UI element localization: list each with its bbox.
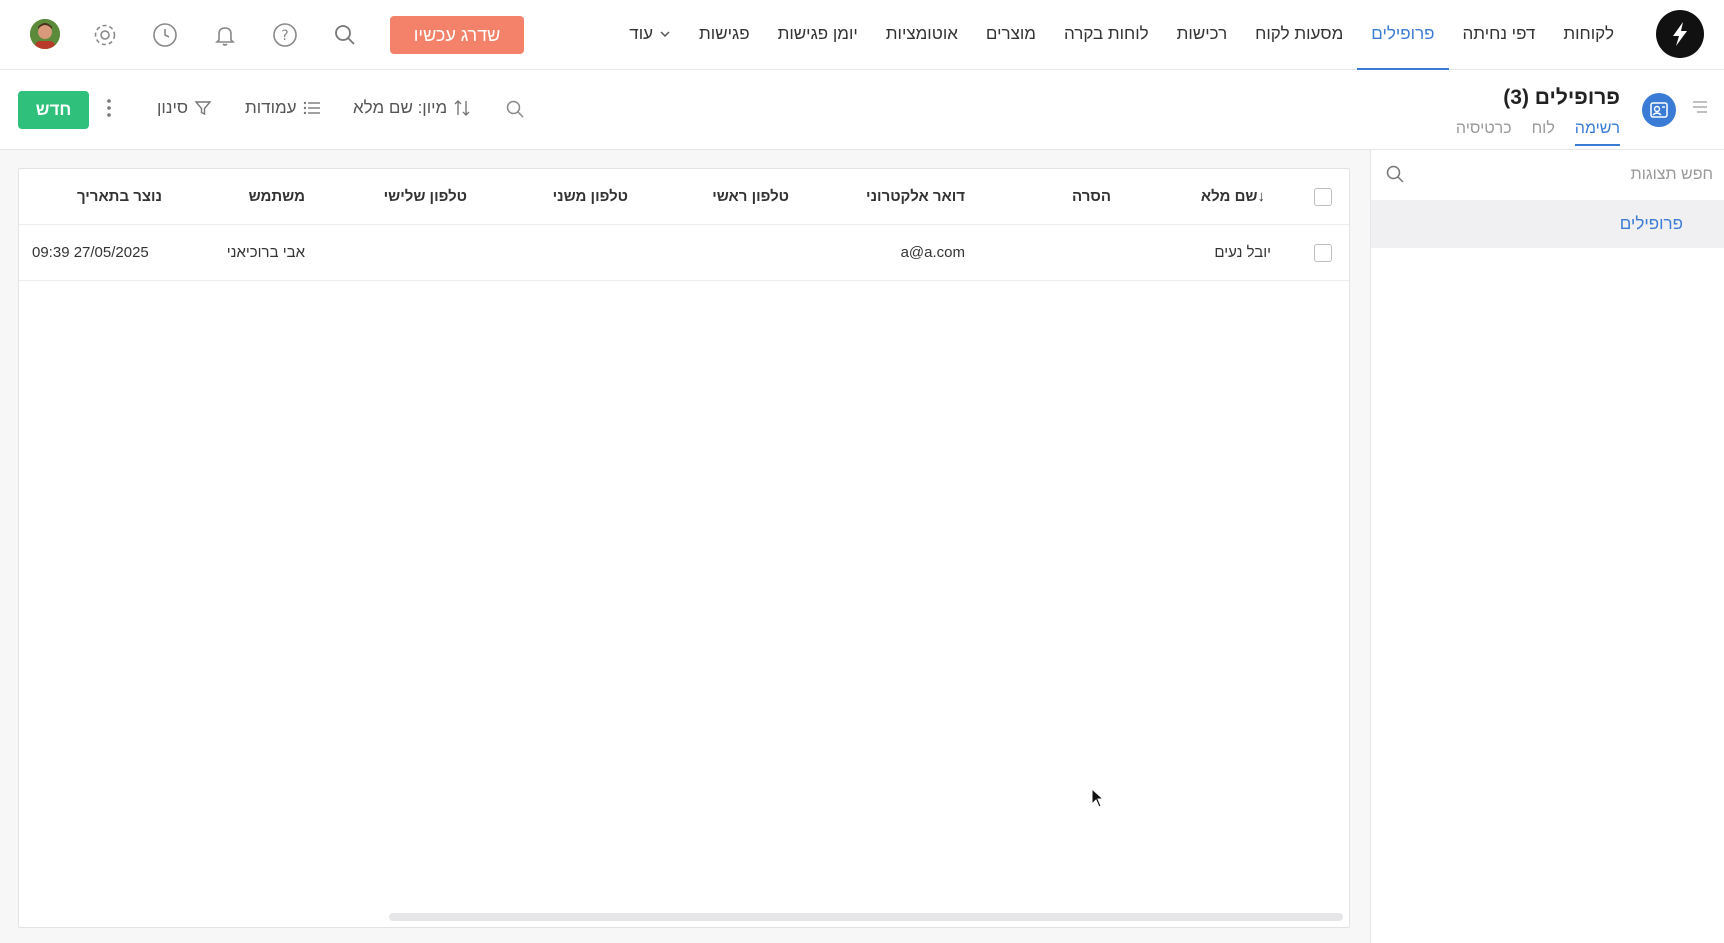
sort-button[interactable]: מיון: שם מלא	[353, 98, 471, 118]
nav-item-customer-journeys[interactable]: מסעות לקוח	[1241, 0, 1357, 70]
views-search	[1371, 150, 1724, 198]
search-icon	[1386, 165, 1404, 183]
nav-item-customers[interactable]: לקוחות	[1549, 0, 1628, 70]
clock-icon	[153, 23, 177, 47]
column-header-tertiary-phone[interactable]: טלפון שלישי	[384, 169, 467, 224]
kebab-menu-icon	[107, 99, 111, 117]
mouse-cursor-icon	[1091, 787, 1105, 813]
bell-icon	[215, 27, 235, 46]
horizontal-scrollbar[interactable]	[389, 913, 1343, 921]
help-icon: ?	[273, 23, 297, 47]
nav-item-purchases[interactable]: רכישות	[1163, 0, 1242, 70]
row-select-cell	[1314, 225, 1332, 280]
cell-email: a@a.com	[900, 244, 965, 261]
svg-text:?: ?	[281, 28, 288, 44]
column-header-primary-phone[interactable]: טלפון ראשי	[712, 169, 789, 224]
more-options-button[interactable]	[106, 98, 112, 123]
filter-label: סינון	[157, 98, 189, 117]
main-nav: לקוחות דפי נחיתה פרופילים מסעות לקוח רכי…	[615, 0, 1628, 70]
columns-button[interactable]: עמודות	[245, 98, 321, 118]
sort-arrows-icon	[454, 100, 470, 116]
profile-card-icon	[1650, 102, 1668, 118]
view-tabs: רשימה לוח כרטיסיה	[1456, 120, 1620, 146]
records-table: שם מלא ↓ הסרה דואר אלקטרוני טלפון ראשי ט…	[18, 168, 1350, 928]
profiles-module-icon	[1642, 93, 1676, 127]
nav-item-meetings[interactable]: פגישות	[685, 0, 764, 70]
filter-button[interactable]: סינון	[157, 98, 212, 118]
tab-board[interactable]: לוח	[1532, 120, 1555, 146]
column-header-email[interactable]: דואר אלקטרוני	[866, 169, 965, 224]
table-header-row: שם מלא ↓ הסרה דואר אלקטרוני טלפון ראשי ט…	[19, 169, 1349, 225]
filter-icon	[194, 101, 212, 116]
search-icon	[335, 25, 355, 45]
views-search-button[interactable]	[1385, 164, 1405, 189]
column-header-removal[interactable]: הסרה	[1072, 169, 1111, 224]
row-checkbox[interactable]	[1314, 243, 1332, 262]
settings-button[interactable]	[90, 20, 120, 50]
upgrade-now-button[interactable]: שדרג עכשיו	[390, 16, 524, 54]
tab-list[interactable]: רשימה	[1574, 120, 1620, 146]
cell-user-link[interactable]: אבי ברוכיאני	[227, 225, 305, 280]
sidebar-item-profiles[interactable]: פרופילים	[1371, 200, 1724, 248]
sort-label: מיון: שם מלא	[353, 98, 448, 117]
top-navigation-bar: לקוחות דפי נחיתה פרופילים מסעות לקוח רכי…	[0, 0, 1724, 70]
column-header-user[interactable]: משתמש	[249, 169, 305, 224]
search-icon	[506, 100, 524, 118]
chevron-down-icon	[660, 31, 670, 38]
nav-more-label: עוד	[629, 24, 654, 43]
app-logo[interactable]	[1656, 10, 1704, 58]
tab-card[interactable]: כרטיסיה	[1456, 120, 1512, 146]
page-title: פרופילים (3)	[1503, 86, 1620, 109]
nav-item-products[interactable]: מוצרים	[972, 0, 1050, 70]
avatar-image-icon	[30, 19, 60, 49]
select-all-cell	[1314, 169, 1332, 224]
history-button[interactable]	[150, 20, 180, 50]
nav-item-dashboards[interactable]: לוחות בקרה	[1050, 0, 1163, 70]
select-all-checkbox[interactable]	[1314, 187, 1332, 206]
nav-item-landing-pages[interactable]: דפי נחיתה	[1449, 0, 1550, 70]
table-row[interactable]: יובל נעים a@a.com אבי ברוכיאני 09:39 27/…	[19, 225, 1349, 281]
lightning-logo-icon	[1673, 22, 1687, 46]
cell-created-date: 09:39 27/05/2025	[32, 244, 149, 261]
user-avatar[interactable]	[30, 19, 60, 49]
column-header-secondary-phone[interactable]: טלפון משני	[553, 169, 628, 224]
list-columns-icon	[303, 101, 320, 115]
column-header-created-date[interactable]: נוצר בתאריך	[77, 169, 162, 224]
menu-icon	[1693, 101, 1707, 113]
help-button[interactable]: ?	[270, 20, 300, 50]
cell-full-name[interactable]: יובל נעים	[1214, 225, 1271, 280]
columns-label: עמודות	[245, 98, 297, 117]
table-search-button[interactable]	[505, 99, 525, 124]
column-header-full-name[interactable]: שם מלא ↓	[1201, 169, 1271, 224]
sidebar-toggle-button[interactable]	[1692, 100, 1708, 119]
views-search-input[interactable]	[1421, 158, 1715, 192]
nav-item-profiles[interactable]: פרופילים	[1357, 0, 1449, 70]
notifications-button[interactable]	[210, 20, 240, 50]
nav-item-automations[interactable]: אוטומציות	[872, 0, 972, 70]
column-full-name-label: שם מלא	[1200, 188, 1258, 205]
nav-more-dropdown[interactable]: עוד	[615, 0, 685, 70]
nav-item-meetings-calendar[interactable]: יומן פגישות	[764, 0, 872, 70]
global-search-button[interactable]	[330, 20, 360, 50]
sort-desc-arrow-icon: ↓	[1257, 188, 1266, 205]
views-sidebar: פרופילים	[1370, 150, 1724, 943]
new-record-button[interactable]: חדש	[18, 91, 89, 129]
gear-icon	[94, 24, 116, 46]
